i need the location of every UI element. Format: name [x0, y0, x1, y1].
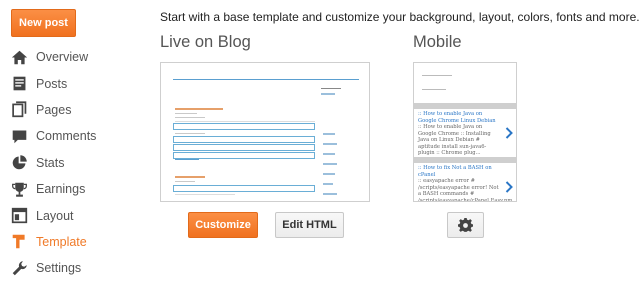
sidebar-item-template[interactable]: Template: [0, 229, 150, 255]
sidebar-item-layout[interactable]: Layout: [0, 202, 150, 228]
mobile-title: Mobile: [413, 33, 462, 51]
layout-icon: [10, 207, 28, 225]
sidebar-item-overview[interactable]: Overview: [0, 44, 150, 70]
sidebar-item-settings[interactable]: Settings: [0, 255, 150, 281]
mobile-post-title: :: How to enable Java on Google Chrome L…: [418, 111, 496, 124]
sidebar-item-pages[interactable]: Pages: [0, 97, 150, 123]
mobile-preview[interactable]: :: How to enable Java on Google Chrome L…: [413, 62, 517, 202]
live-on-blog-title: Live on Blog: [160, 33, 251, 51]
new-post-button[interactable]: New post: [11, 9, 76, 37]
sidebar-item-earnings[interactable]: Earnings: [0, 176, 150, 202]
sidebar-item-label: Settings: [36, 261, 82, 276]
sidebar-item-comments[interactable]: Comments: [0, 123, 150, 149]
mobile-date-bar: [414, 157, 516, 163]
sidebar-item-label: Stats: [36, 155, 65, 170]
live-blog-preview[interactable]: [160, 62, 370, 202]
sidebar-item-label: Comments: [36, 129, 97, 144]
posts-icon: [10, 75, 28, 93]
mobile-settings-button[interactable]: [447, 212, 484, 238]
mobile-post-title: :: How to fix Not a BASH on cPanel: [418, 165, 492, 178]
sidebar-item-label: Overview: [36, 50, 89, 65]
sidebar-item-label: Layout: [36, 208, 74, 223]
trophy-icon: [10, 180, 28, 198]
sidebar-item-posts[interactable]: Posts: [0, 70, 150, 96]
wrench-icon: [10, 259, 28, 277]
sidebar-item-label: Posts: [36, 76, 68, 91]
home-icon: [10, 48, 28, 66]
intro-text: Start with a base template and customize…: [160, 10, 640, 24]
edit-html-button[interactable]: Edit HTML: [275, 212, 344, 238]
mobile-date-bar: [414, 103, 516, 109]
mobile-post-body: :: easyapache error # /scripts/easyapach…: [418, 178, 513, 202]
sidebar-nav: Overview Posts Pages Comments Stats Earn…: [0, 44, 150, 282]
mobile-post[interactable]: :: How to fix Not a BASH on cPanel :: ea…: [418, 165, 513, 202]
sidebar-item-stats[interactable]: Stats: [0, 150, 150, 176]
chevron-right-icon[interactable]: [505, 181, 513, 193]
sidebar: New post Overview Posts Pages Comments S…: [0, 0, 150, 284]
gear-icon: [458, 217, 473, 233]
mobile-post[interactable]: :: How to enable Java on Google Chrome L…: [418, 111, 502, 157]
template-icon: [10, 233, 28, 251]
mobile-post-body: :: How to enable Java on Google Chrome :…: [418, 124, 491, 156]
sidebar-item-label: Earnings: [36, 182, 86, 197]
pie-chart-icon: [10, 154, 28, 172]
sidebar-item-label: Template: [36, 234, 87, 249]
chevron-right-icon[interactable]: [505, 127, 513, 139]
sidebar-item-label: Pages: [36, 102, 72, 117]
customize-button[interactable]: Customize: [188, 212, 258, 238]
comment-icon: [10, 127, 28, 145]
pages-icon: [10, 101, 28, 119]
